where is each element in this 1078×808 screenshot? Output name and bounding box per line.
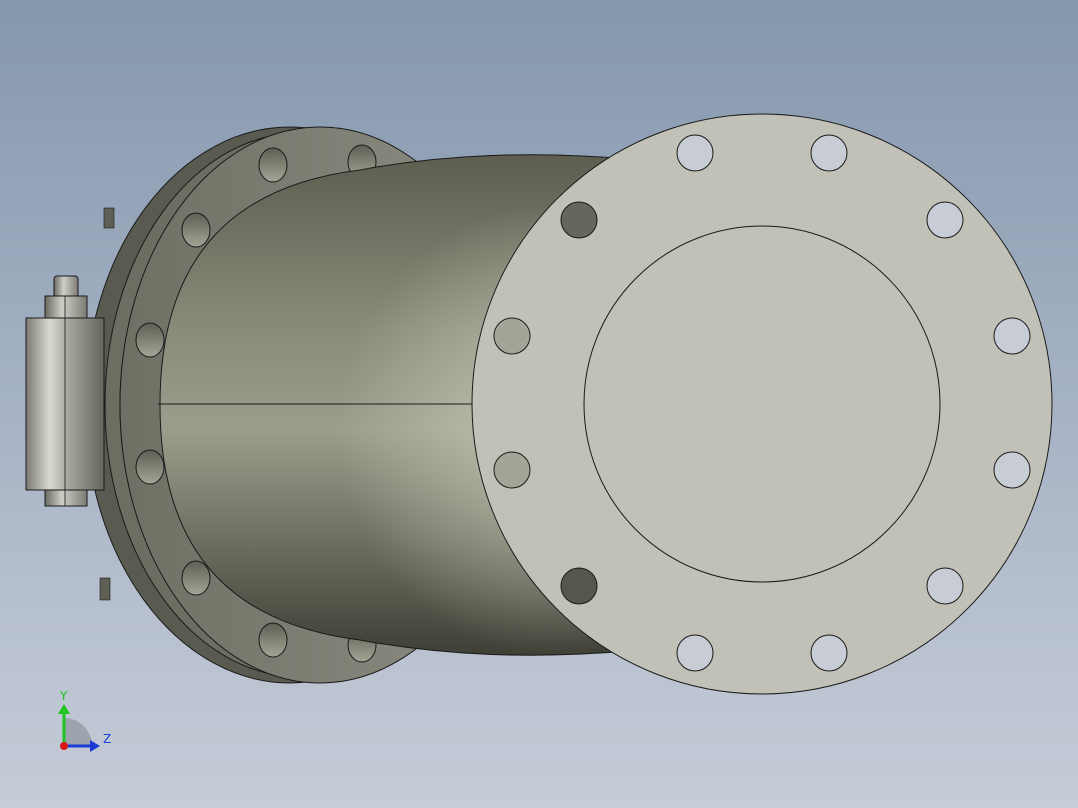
side-fitting [25,275,105,507]
triad-z-label: Z [103,732,112,746]
cad-model-view[interactable] [0,0,1078,808]
graphics-viewport[interactable]: Y Z [0,0,1078,808]
orientation-triad [58,704,100,752]
x-axis-dot [60,742,68,750]
triad-y-label: Y [60,689,68,703]
front-flange [471,113,1053,695]
triad-plane-icon [64,718,92,746]
flange-bore-circle [583,225,941,583]
